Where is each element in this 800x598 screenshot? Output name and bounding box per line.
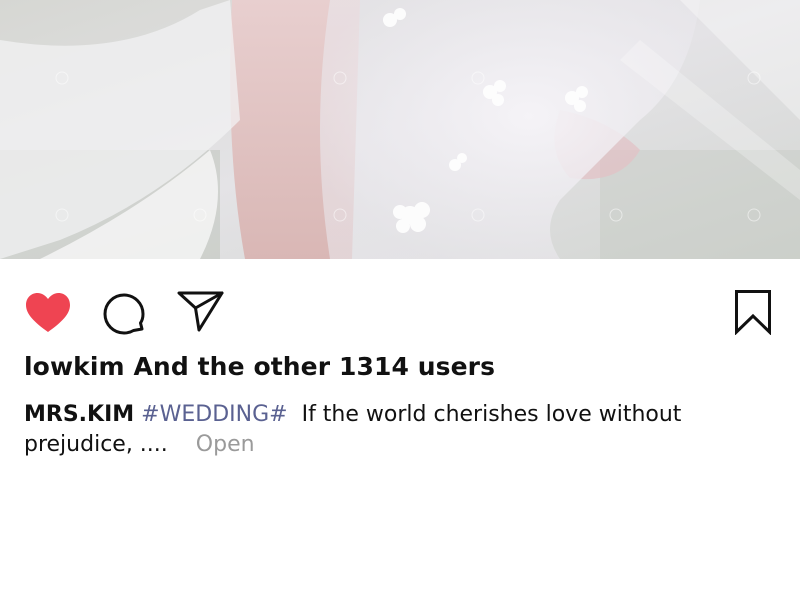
- likes-count[interactable]: lowkim And the other 1314 users: [24, 352, 495, 381]
- caption-username[interactable]: MRS.KIM: [24, 402, 134, 427]
- post-caption: MRS.KIM #WEDDING# If the world cherishes…: [24, 400, 764, 460]
- caption-more-link[interactable]: Open: [196, 432, 255, 457]
- post-screen: lowkim And the other 1314 users MRS.KIM …: [0, 0, 800, 598]
- post-photo[interactable]: [0, 0, 800, 259]
- share-icon[interactable]: [177, 290, 225, 332]
- comment-icon[interactable]: [102, 292, 146, 336]
- action-bar: [0, 259, 800, 359]
- bookmark-icon[interactable]: [734, 289, 772, 335]
- caption-hashtag[interactable]: #WEDDING#: [141, 402, 287, 427]
- like-icon[interactable]: [24, 292, 72, 334]
